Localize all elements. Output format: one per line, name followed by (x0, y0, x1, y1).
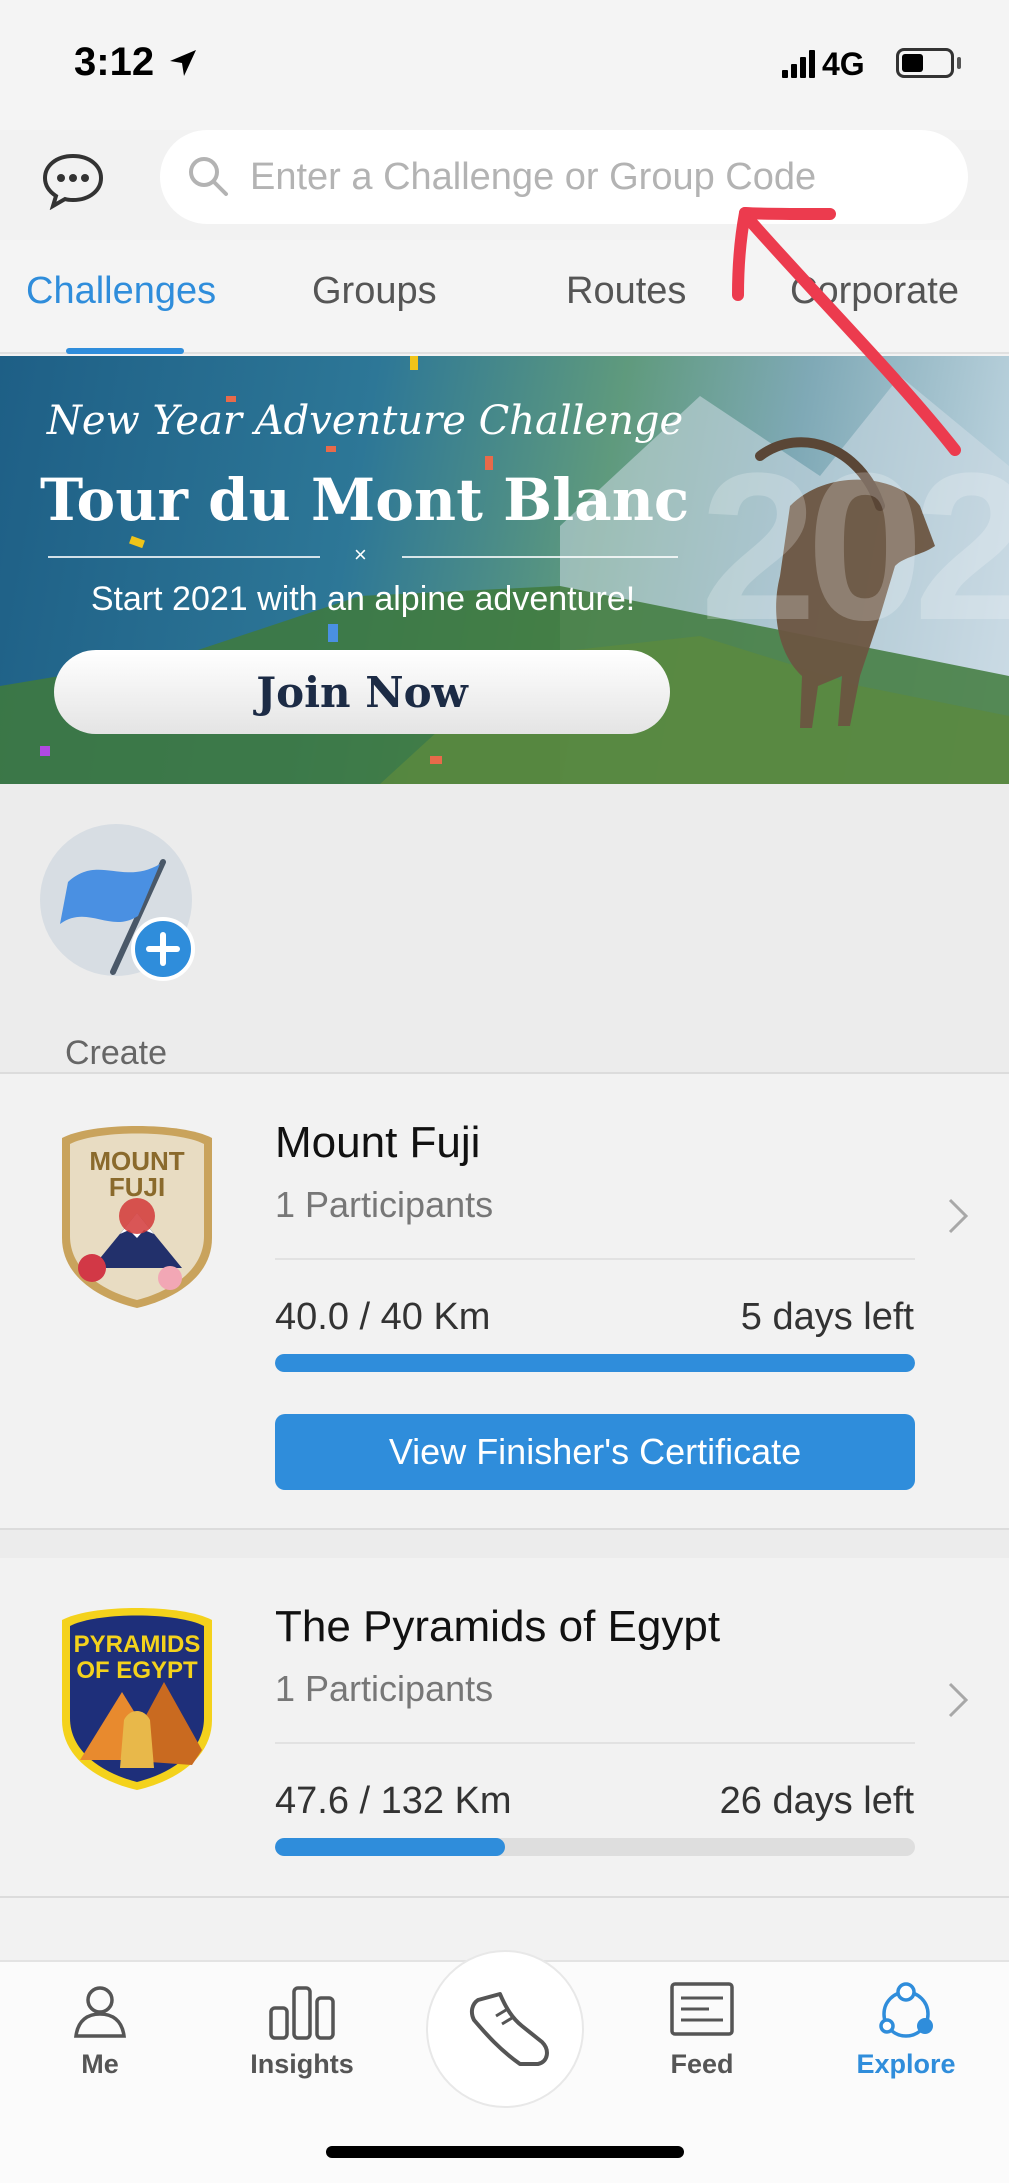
banner-divider-left (48, 556, 320, 558)
banner-divider-mark: × (354, 542, 367, 567)
feed-icon (670, 1982, 734, 2036)
nav-me[interactable]: Me (20, 1980, 180, 2080)
nav-explore[interactable]: Explore (826, 1980, 986, 2080)
card-separator (275, 1742, 915, 1744)
status-time: 3:12 (74, 40, 155, 84)
promo-banner[interactable]: 2021 New Year Adventure Challenge Tour d… (0, 356, 1009, 784)
battery-icon (896, 48, 954, 78)
code-search-bar[interactable] (160, 130, 968, 224)
banner-script-title: New Year Adventure Challenge (46, 398, 684, 444)
progress-fill (275, 1838, 506, 1856)
status-bar: 3:12 4G (0, 0, 1009, 130)
shoe-icon (469, 1992, 549, 2066)
challenge-participants: 1 Participants (275, 1668, 494, 1709)
challenge-name: Mount Fuji (275, 1118, 481, 1167)
create-label: Create (64, 1034, 168, 1072)
banner-subtitle: Start 2021 with an alpine adventure! (90, 580, 636, 618)
nav-insights[interactable]: Insights (222, 1980, 382, 2080)
battery-cap (957, 57, 961, 69)
nav-record-activity[interactable] (426, 1950, 584, 2108)
network-type: 4G (822, 46, 865, 82)
chat-bubble-icon (42, 153, 104, 211)
challenge-card-pyramids-of-egypt[interactable]: PYRAMIDS OF EGYPT The Pyramids of Egypt … (0, 1558, 1009, 1898)
search-icon (189, 157, 228, 196)
chevron-right-icon (948, 1198, 969, 1234)
challenge-distance: 40.0 / 40 Km (275, 1296, 491, 1338)
person-icon (74, 1986, 126, 2038)
view-certificate-button[interactable]: View Finisher's Certificate (275, 1414, 915, 1490)
tab-routes[interactable]: Routes (566, 270, 686, 313)
progress-fill (275, 1354, 915, 1372)
signal-icon (782, 50, 815, 78)
explore-tabs: Challenges Groups Routes Corporate (0, 240, 1009, 354)
chevron-right-icon (948, 1682, 969, 1718)
create-section: Create (0, 784, 1009, 1074)
banner-divider-right (402, 556, 678, 558)
tab-groups[interactable]: Groups (312, 270, 437, 313)
active-tab-indicator (66, 348, 184, 354)
badge-text-line2: OF EGYPT (76, 1657, 198, 1684)
mount-fuji-badge: MOUNT FUJI (62, 1126, 212, 1308)
challenge-time-left: 26 days left (719, 1780, 914, 1822)
challenge-progress-bar (275, 1354, 915, 1372)
card-separator (275, 1258, 915, 1260)
battery-level (902, 54, 923, 72)
challenge-progress-bar (275, 1838, 915, 1856)
badge-text-line1: PYRAMIDS (74, 1631, 201, 1658)
tab-corporate[interactable]: Corporate (790, 270, 959, 313)
banner-title: Tour du Mont Blanc (40, 466, 690, 534)
create-challenge-button[interactable]: Create (38, 824, 198, 1072)
challenge-card-mount-fuji[interactable]: MOUNT FUJI Mount Fuji 1 Participants 40.… (0, 1074, 1009, 1530)
pyramids-badge: PYRAMIDS OF EGYPT (62, 1608, 212, 1790)
challenge-code-input[interactable] (250, 148, 940, 206)
challenge-participants: 1 Participants (275, 1184, 494, 1225)
explore-icon (879, 1982, 933, 2038)
flag-icon (60, 859, 195, 981)
messages-button[interactable] (40, 150, 106, 211)
challenge-time-left: 5 days left (740, 1296, 914, 1338)
badge-text-line2: FUJI (109, 1172, 165, 1202)
home-indicator[interactable] (326, 2146, 684, 2158)
nav-label: Explore (856, 2049, 956, 2079)
location-arrow-icon (170, 50, 196, 76)
join-now-button[interactable]: Join Now (54, 650, 670, 734)
bar-chart-icon (269, 1986, 335, 2040)
card-gap (0, 1530, 1009, 1558)
tab-challenges[interactable]: Challenges (26, 270, 216, 313)
year-graphic: 2021 (700, 429, 1009, 664)
nav-label: Me (81, 2049, 119, 2079)
nav-label: Feed (670, 2049, 734, 2079)
nav-label: Insights (250, 2049, 354, 2079)
challenge-distance: 47.6 / 132 Km (275, 1780, 512, 1822)
challenge-name: The Pyramids of Egypt (275, 1602, 721, 1651)
nav-feed[interactable]: Feed (622, 1980, 782, 2080)
